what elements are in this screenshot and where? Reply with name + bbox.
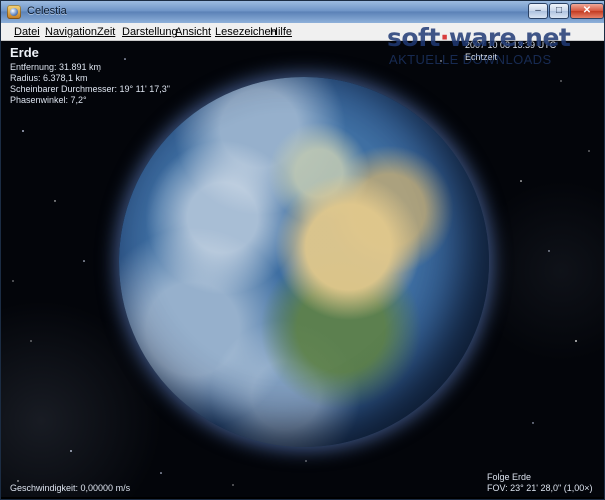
time-mode: Echtzeit	[465, 52, 498, 62]
follow-readout: Folge Erde	[487, 472, 532, 482]
space-viewport[interactable]	[1, 41, 604, 497]
phase-angle-readout: Phasenwinkel: 7,2°	[10, 95, 87, 105]
menu-item-datei[interactable]: Datei	[14, 26, 40, 38]
menu-item-hilfe[interactable]: Hilfe	[270, 26, 292, 38]
menu-bar: Datei Navigation Zeit Darstellung Ansich…	[1, 23, 604, 41]
maximize-button[interactable]: □	[549, 3, 569, 19]
celestia-window: Celestia – □ ✕ Datei Navigation Zeit Dar…	[0, 0, 605, 500]
close-button[interactable]: ✕	[570, 3, 604, 19]
menu-item-lesezeichen[interactable]: Lesezeichen	[215, 26, 277, 38]
menu-item-navigation[interactable]: Navigation	[45, 26, 97, 38]
selected-body-name: Erde	[10, 45, 39, 60]
speed-readout: Geschwindigkeit: 0,00000 m/s	[10, 483, 131, 493]
title-bar[interactable]: Celestia – □ ✕	[1, 1, 604, 24]
window-title: Celestia	[27, 5, 67, 17]
earth-globe[interactable]	[119, 77, 489, 447]
menu-item-darstellung[interactable]: Darstellung	[122, 26, 178, 38]
fov-readout: FOV: 23° 21' 28,0" (1,00×)	[487, 483, 593, 493]
menu-item-zeit[interactable]: Zeit	[97, 26, 115, 38]
celestia-app-icon[interactable]	[7, 5, 21, 19]
minimize-button[interactable]: –	[528, 3, 548, 19]
menu-item-ansicht[interactable]: Ansicht	[175, 26, 211, 38]
simulation-time: 2007 10 08 13:39 UTC	[465, 40, 557, 50]
